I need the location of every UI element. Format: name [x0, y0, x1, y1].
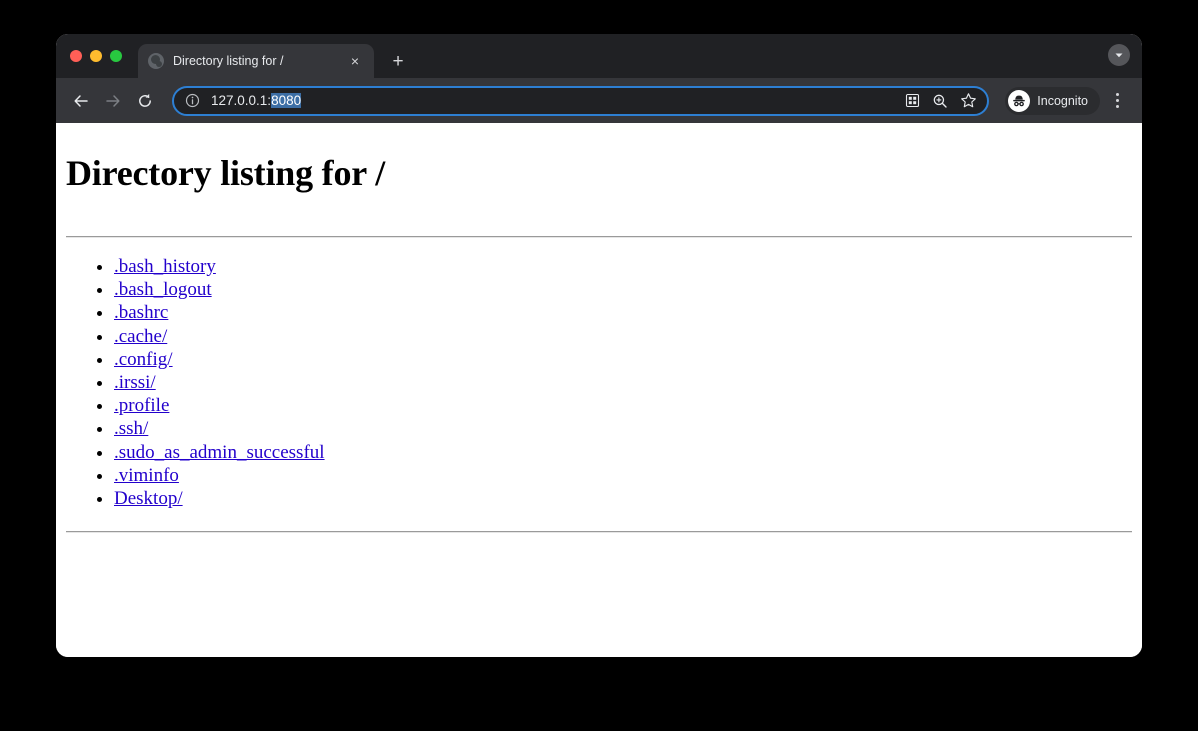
browser-toolbar: 127.0.0.1:8080 Incognito — [56, 78, 1142, 123]
divider-top — [66, 236, 1132, 238]
profile-label: Incognito — [1037, 93, 1088, 108]
url-selected-text: 8080 — [271, 93, 302, 108]
browser-tab[interactable]: Directory listing for / × — [138, 44, 374, 78]
address-bar[interactable]: 127.0.0.1:8080 — [172, 85, 990, 116]
reload-button[interactable] — [130, 86, 160, 116]
directory-link[interactable]: .profile — [114, 395, 169, 416]
reload-icon — [139, 93, 151, 107]
directory-link[interactable]: .bash_history — [114, 256, 216, 277]
directory-link[interactable]: .cache/ — [114, 326, 167, 347]
window-maximize-button[interactable] — [110, 50, 122, 62]
directory-link[interactable]: .viminfo — [114, 465, 179, 486]
list-item: .ssh/ — [114, 417, 1132, 440]
menu-dot — [1115, 93, 1119, 96]
close-icon[interactable]: × — [346, 52, 364, 70]
incognito-hat-glasses-icon — [1008, 89, 1031, 112]
star-icon[interactable] — [955, 88, 981, 114]
directory-link[interactable]: .config/ — [114, 349, 173, 370]
page-content: Directory listing for / .bash_history .b… — [56, 123, 1142, 657]
list-item: .cache/ — [114, 325, 1132, 348]
browser-window: Directory listing for / × + 127.0.0.1:80… — [56, 34, 1142, 657]
forward-button[interactable] — [98, 86, 128, 116]
list-item: .config/ — [114, 348, 1132, 371]
chevron-down-icon — [1115, 53, 1123, 58]
info-circle-icon[interactable] — [184, 92, 201, 109]
menu-dot — [1115, 99, 1119, 102]
tab-title: Directory listing for / — [173, 54, 284, 68]
list-item: .bash_history — [114, 255, 1132, 278]
tab-search-button[interactable] — [1108, 44, 1130, 66]
list-item: Desktop/ — [114, 487, 1132, 510]
directory-listing: .bash_history .bash_logout .bashrc .cach… — [66, 255, 1132, 510]
directory-link[interactable]: .irssi/ — [114, 372, 156, 393]
zoom-in-icon[interactable] — [927, 88, 953, 114]
list-item: .irssi/ — [114, 371, 1132, 394]
three-dot-menu-icon[interactable] — [1104, 86, 1130, 116]
qr-code-icon[interactable] — [899, 88, 925, 114]
back-button[interactable] — [66, 86, 96, 116]
back-arrow-icon — [74, 94, 88, 107]
menu-dot — [1115, 105, 1119, 108]
window-close-button[interactable] — [70, 50, 82, 62]
directory-link[interactable]: .sudo_as_admin_successful — [114, 442, 325, 463]
directory-link[interactable]: .ssh/ — [114, 418, 148, 439]
forward-arrow-icon — [106, 94, 120, 107]
directory-link[interactable]: .bash_logout — [114, 279, 212, 300]
directory-link[interactable]: .bashrc — [114, 302, 168, 323]
list-item: .viminfo — [114, 464, 1132, 487]
divider-bottom — [66, 531, 1132, 534]
globe-icon — [148, 53, 164, 69]
list-item: .profile — [114, 394, 1132, 417]
page-title: Directory listing for / — [66, 153, 385, 193]
window-minimize-button[interactable] — [90, 50, 102, 62]
tab-strip: Directory listing for / × + — [56, 34, 1142, 78]
list-item: .bashrc — [114, 301, 1132, 324]
list-item: .bash_logout — [114, 278, 1132, 301]
url-prefix: 127.0.0.1: — [211, 93, 272, 108]
new-tab-button[interactable]: + — [384, 47, 412, 75]
url-text[interactable]: 127.0.0.1:8080 — [211, 93, 897, 108]
directory-link[interactable]: Desktop/ — [114, 488, 183, 509]
list-item: .sudo_as_admin_successful — [114, 441, 1132, 464]
window-controls — [70, 34, 138, 78]
profile-incognito-button[interactable]: Incognito — [1005, 86, 1100, 115]
